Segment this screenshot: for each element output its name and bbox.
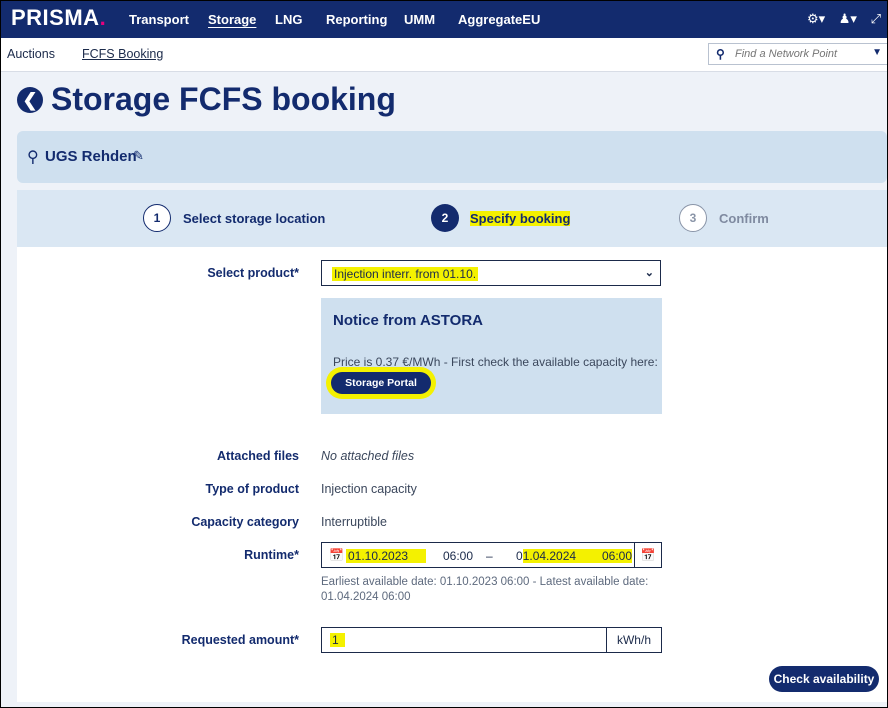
- back-icon[interactable]: ❮: [17, 87, 43, 113]
- chevron-down-icon: ⌄: [644, 267, 654, 279]
- top-navbar: PRISMA. Transport Storage LNG Reporting …: [1, 1, 887, 38]
- category-label: Capacity category: [191, 515, 299, 529]
- nav-item-umm[interactable]: UMM: [404, 12, 435, 27]
- amount-unit: kWh/h: [606, 628, 661, 652]
- type-label: Type of product: [205, 482, 299, 496]
- pencil-icon[interactable]: ✎: [133, 148, 144, 164]
- files-label: Attached files: [217, 449, 299, 463]
- nav-item-aggregateeu[interactable]: AggregateEU: [458, 12, 540, 27]
- app-window: PRISMA. Transport Storage LNG Reporting …: [0, 0, 888, 708]
- nav-item-lng[interactable]: LNG: [275, 12, 302, 27]
- step-1-number[interactable]: 1: [143, 204, 171, 232]
- gear-icon[interactable]: ⚙▾: [807, 11, 825, 26]
- map-pin-icon: ⚲: [27, 149, 39, 166]
- runtime-label: Runtime*: [244, 548, 299, 562]
- location-name: UGS Rehden: [45, 148, 137, 165]
- nav-item-storage[interactable]: Storage: [208, 12, 256, 27]
- prisma-logo[interactable]: PRISMA.: [11, 5, 106, 31]
- product-label: Select product*: [207, 266, 299, 280]
- network-point-search[interactable]: ⚲ ▼: [708, 43, 887, 65]
- runtime-start-date[interactable]: 01.10.2023: [346, 549, 427, 563]
- runtime-hint: Earliest available date: 01.10.2023 06:0…: [321, 576, 649, 603]
- notice-panel: Notice from ASTORA Price is 0.37 €/MWh -…: [321, 298, 662, 414]
- notice-title: Notice from ASTORA: [333, 312, 484, 329]
- search-icon: ⚲: [716, 47, 725, 61]
- user-icon[interactable]: ♟▾: [839, 11, 857, 26]
- expand-icon[interactable]: ⤢: [871, 11, 881, 26]
- runtime-end-time[interactable]: 06:00: [600, 549, 633, 563]
- subnav-auctions[interactable]: Auctions: [7, 47, 55, 61]
- step-3-number: 3: [679, 204, 707, 232]
- sub-navbar: Auctions FCFS Booking ⚲ ▼: [1, 38, 887, 72]
- step-2-label: Specify booking: [470, 211, 571, 226]
- chevron-down-icon[interactable]: ▼: [872, 47, 882, 58]
- storage-portal-button[interactable]: Storage Portal: [331, 372, 431, 394]
- step-2-number: 2: [431, 204, 459, 232]
- page-title: ❮ Storage FCFS booking: [17, 81, 396, 118]
- calendar-icon[interactable]: 📅: [329, 548, 344, 562]
- location-bar: ⚲ UGS Rehden ✎: [17, 131, 887, 183]
- nav-item-reporting[interactable]: Reporting: [326, 12, 387, 27]
- category-value: Interruptible: [321, 515, 388, 529]
- product-select-value: Injection interr. from 01.10.: [332, 267, 479, 281]
- nav-item-transport[interactable]: Transport: [129, 12, 189, 27]
- type-value: Injection capacity: [321, 482, 417, 496]
- runtime-field[interactable]: 📅 01.10.2023 06:00 – 01.04.2024 06:00 📅: [321, 542, 662, 568]
- subnav-fcfs-booking[interactable]: FCFS Booking: [82, 47, 163, 61]
- search-input[interactable]: [735, 46, 865, 62]
- check-availability-button[interactable]: Check availability: [769, 666, 879, 692]
- notice-text: Price is 0.37 €/MWh - First check the av…: [333, 355, 658, 369]
- calendar-icon[interactable]: 📅: [634, 543, 661, 567]
- amount-value[interactable]: 1: [330, 633, 345, 647]
- runtime-start-time[interactable]: 06:00: [443, 549, 473, 563]
- amount-field[interactable]: 1 kWh/h: [321, 627, 662, 653]
- files-value: No attached files: [321, 449, 415, 463]
- booking-stepper: 1 Select storage location 2 Specify book…: [17, 190, 887, 247]
- step-1-label[interactable]: Select storage location: [183, 211, 325, 226]
- amount-label: Requested amount*: [181, 633, 299, 647]
- step-3-label: Confirm: [719, 211, 769, 226]
- product-select[interactable]: Injection interr. from 01.10. ⌄: [321, 260, 661, 286]
- top-icons: ⚙▾ ♟▾ ⤢: [797, 11, 881, 27]
- runtime-separator: –: [486, 549, 493, 563]
